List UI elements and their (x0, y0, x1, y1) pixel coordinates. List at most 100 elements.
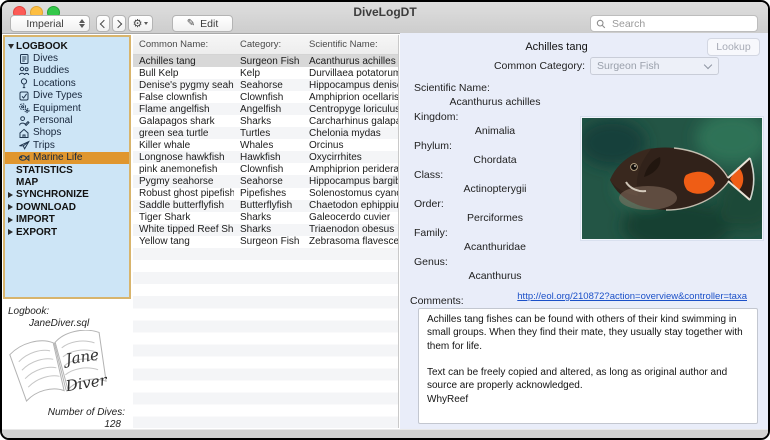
column-header-scientific-name[interactable]: Scientific Name: (303, 39, 398, 50)
cell-scientific-name: Solenostomus cyano... (309, 188, 398, 200)
sidebar-section-download[interactable]: DOWNLOAD (5, 201, 129, 213)
chevron-down-icon (703, 60, 713, 70)
cell-category: Clownfish (240, 91, 284, 103)
sidebar-item-trips[interactable]: Trips (5, 139, 129, 151)
table-row-flame-angelfish[interactable]: Flame angelfish Angelfish Centropyge loric… (133, 103, 398, 116)
table-row-pink-anemonefish[interactable]: pink anemonefish Clownfish Amphiprion peri… (133, 163, 398, 175)
taxonomy-field-scientific-name: Scientific Name: Acanthurus achilles (400, 82, 600, 108)
disclosure-down-icon[interactable] (8, 43, 16, 49)
table-row-yellow-tang[interactable]: Yellow tang Surgeon Fish Zebrasoma flavesc… (133, 236, 398, 248)
disclosure-right-icon[interactable] (8, 191, 16, 198)
logbook-label: Logbook: (8, 306, 50, 317)
table-row-robust-ghost-pipefish[interactable]: Robust ghost pipefish Pipefishes Solenosto… (133, 188, 398, 200)
sidebar-item-dives[interactable]: Dives (5, 52, 129, 64)
sidebar-item-locations[interactable]: Locations (5, 77, 129, 89)
common-category-label: Common Category: (493, 60, 585, 72)
taxonomy-field-genus: Genus: Acanthurus (400, 256, 600, 282)
sidebar-section-synchronize[interactable]: SYNCHRONIZE (5, 189, 129, 201)
table-row-tiger-shark[interactable]: Tiger Shark Sharks Galeocerdo cuvier (133, 212, 398, 224)
table-row-white-tipped-reef-shark[interactable]: White tipped Reef Shark Sharks Triaenodon … (133, 223, 398, 236)
location-pin-icon (18, 77, 30, 89)
sidebar-label: EXPORT (16, 226, 58, 238)
popup-stepper-icon (79, 19, 85, 28)
cell-scientific-name: Amphiprion ocellaris (309, 91, 398, 103)
search-input[interactable] (610, 16, 752, 31)
table-row-longnose-hawkfish[interactable]: Longnose hawkfish Hawkfish Oxycirrhites (133, 151, 398, 164)
comments-box[interactable]: Achilles tang fishes can be found with o… (418, 308, 758, 424)
disclosure-right-icon[interactable] (8, 204, 16, 211)
cell-scientific-name: Galeocerdo cuvier (309, 212, 391, 224)
cell-common-name: green sea turtle (139, 127, 209, 139)
cell-category: Kelp (240, 67, 261, 79)
table-row-saddle-butterflyfish[interactable]: Saddle butterflyfish Butterflyfish Chaetod… (133, 199, 398, 212)
cell-common-name: Bull Kelp (139, 67, 179, 79)
species-table: Common Name: Category: Scientific Name: Ac… (133, 35, 399, 428)
cell-scientific-name: Durvillaea potatorum (309, 67, 398, 79)
field-label: Scientific Name: (414, 82, 490, 94)
sidebar-section-import[interactable]: IMPORT (5, 213, 129, 225)
sidebar-item-marine-life[interactable]: Marine Life (5, 151, 129, 164)
table-row-achilles-tang[interactable]: Achilles tang Surgeon Fish Acanthurus achi… (133, 55, 398, 68)
cell-category: Pipefishes (240, 188, 287, 200)
edit-button[interactable]: ✎ Edit (172, 15, 233, 32)
cell-category: Whales (240, 139, 274, 151)
eol-link[interactable]: http://eol.org/210872?action=overview&co… (517, 291, 747, 302)
cell-scientific-name: Amphiprion periderai... (309, 163, 398, 175)
cell-common-name: Pygmy seahorse (139, 175, 214, 187)
table-row-denise-s-pygmy-seahor[interactable]: Denise's pygmy seahor... Seahorse Hippocam… (133, 79, 398, 92)
field-label: Class: (414, 169, 444, 181)
field-value: Actinopterygii (463, 183, 527, 195)
search-field[interactable] (590, 15, 758, 32)
sidebar-item-personal[interactable]: Personal (5, 114, 129, 126)
chevron-right-icon (113, 19, 123, 28)
field-label: Genus: (414, 256, 448, 268)
sidebar-item-equipment[interactable]: Equipment (5, 102, 129, 114)
column-header-category[interactable]: Category: (234, 39, 303, 50)
sidebar-label: Locations (33, 77, 76, 89)
sidebar-section-logbook[interactable]: LOGBOOK (5, 40, 129, 52)
field-value: Chordata (473, 154, 517, 166)
forward-button[interactable] (112, 15, 126, 32)
disclosure-right-icon[interactable] (8, 216, 16, 223)
species-table-empty-rows (133, 247, 398, 428)
sidebar-item-shops[interactable]: Shops (5, 127, 129, 139)
field-label: Order: (414, 198, 444, 210)
table-row-false-clownfish[interactable]: False clownfish Clownfish Amphiprion ocell… (133, 91, 398, 103)
sidebar-section-map[interactable]: MAP (5, 176, 129, 188)
sidebar-section-statistics[interactable]: STATISTICS (5, 164, 129, 176)
sidebar-item-buddies[interactable]: Buddies (5, 65, 129, 77)
back-button[interactable] (96, 15, 110, 32)
units-popup[interactable]: Imperial (10, 15, 90, 32)
sidebar-item-dive-types[interactable]: Dive Types (5, 90, 129, 102)
common-category-select[interactable]: Surgeon Fish (590, 57, 719, 75)
cell-common-name: Saddle butterflyfish (139, 200, 225, 212)
table-row-green-sea-turtle[interactable]: green sea turtle Turtles Chelonia mydas (133, 127, 398, 140)
common-category-value: Surgeon Fish (597, 60, 660, 72)
lookup-button[interactable]: Lookup (707, 38, 760, 56)
field-label: Family: (414, 227, 448, 239)
disclosure-right-icon[interactable] (8, 229, 16, 236)
sidebar-label: SYNCHRONIZE (16, 189, 89, 201)
window-bottom-edge (2, 429, 768, 438)
navigation-sidebar: LOGBOOK Dives Buddies Locations Dive Types Eq… (3, 35, 131, 299)
table-row-pygmy-seahorse[interactable]: Pygmy seahorse Seahorse Hippocampus bargib… (133, 175, 398, 188)
cell-category: Surgeon Fish (240, 55, 300, 67)
action-menu-button[interactable]: ⚙ (128, 15, 153, 32)
cell-category: Surgeon Fish (240, 236, 300, 248)
cell-common-name: pink anemonefish (139, 163, 218, 175)
sidebar-section-export[interactable]: EXPORT (5, 226, 129, 238)
column-header-common-name[interactable]: Common Name: (133, 39, 234, 50)
cell-scientific-name: Carcharhinus galapa... (309, 115, 398, 127)
cell-category: Clownfish (240, 163, 284, 175)
cell-common-name: False clownfish (139, 91, 208, 103)
table-row-bull-kelp[interactable]: Bull Kelp Kelp Durvillaea potatorum (133, 67, 398, 79)
cell-common-name: Yellow tang (139, 236, 190, 248)
cell-category: Seahorse (240, 79, 283, 91)
field-value: Acanthuridae (464, 241, 526, 253)
table-row-galapagos-shark[interactable]: Galapagos shark Sharks Carcharhinus galapa… (133, 115, 398, 127)
table-row-killer-whale[interactable]: Killer whale Whales Orcinus (133, 139, 398, 151)
titlebar: DiveLogDT Imperial ⚙ ✎ Edit (2, 2, 768, 34)
species-table-body: Achilles tang Surgeon Fish Acanthurus achi… (133, 55, 398, 248)
units-popup-value: Imperial (26, 17, 64, 30)
cell-category: Butterflyfish (240, 200, 293, 212)
